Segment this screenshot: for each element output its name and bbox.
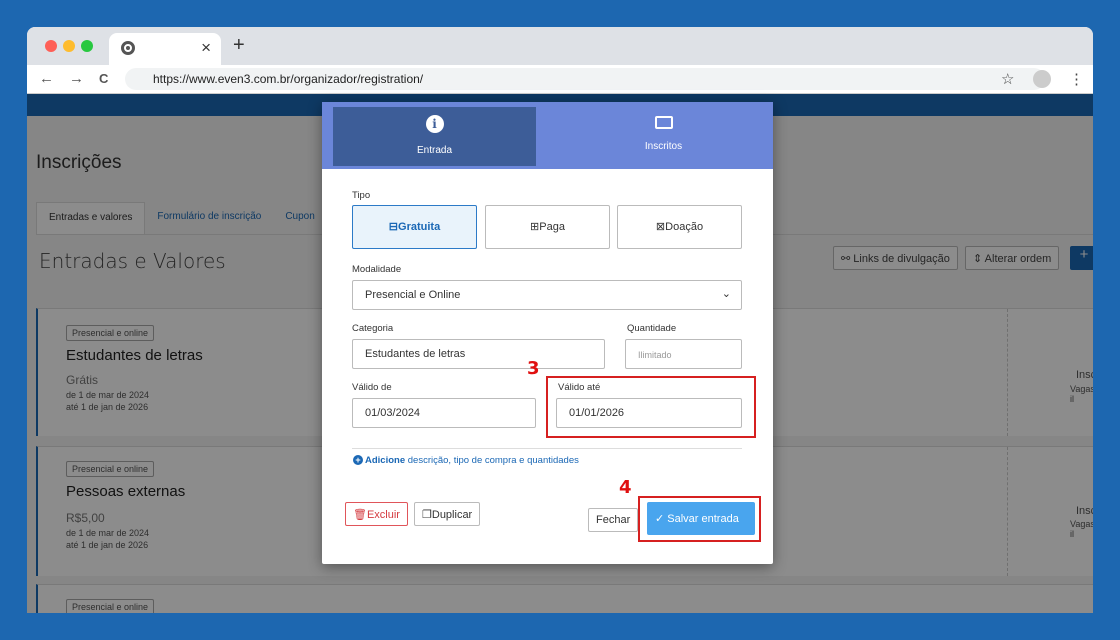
tab-entrada-label: Entrada	[416, 145, 453, 156]
tipo-doacao-label: Doação	[665, 221, 704, 233]
chevron-down-icon: ⌄	[721, 288, 731, 300]
add-details-link[interactable]: + Adicione descrição, tipo de compra e qu…	[353, 455, 579, 466]
modalidade-value: Presencial e Online	[365, 289, 461, 301]
plus-circle-icon: +	[353, 455, 363, 465]
excluir-label: Excluir	[366, 509, 400, 521]
paga-icon: ⊞	[530, 221, 540, 233]
fechar-button[interactable]: Fechar	[588, 508, 639, 532]
profile-avatar[interactable]	[1033, 70, 1051, 88]
new-tab-button[interactable]: +	[233, 34, 245, 57]
back-icon[interactable]: ←	[39, 70, 54, 87]
ticket-icon	[654, 116, 673, 129]
quantidade-placeholder: Ilimitado	[638, 350, 672, 360]
tipo-doacao-button[interactable]: ⊠Doação	[617, 205, 742, 249]
tipo-label: Tipo	[352, 190, 371, 201]
quantidade-input[interactable]: Ilimitado	[625, 339, 742, 369]
forward-icon[interactable]: →	[69, 70, 84, 87]
duplicar-label: Duplicar	[431, 509, 473, 521]
step-4-annotation: 4	[619, 477, 632, 498]
tipo-gratuita-label: Gratuita	[398, 221, 441, 233]
info-icon: i	[425, 115, 444, 133]
tab-inscritos[interactable]: Inscritos	[562, 107, 765, 166]
valido-de-value: 01/03/2024	[365, 407, 421, 419]
categoria-input[interactable]: Estudantes de letras	[352, 339, 605, 369]
ticket-modal: i Entrada Inscritos Tipo ⊟Gratuita ⊞Paga…	[322, 102, 773, 564]
doacao-icon: ⊠	[655, 221, 666, 233]
address-bar-row: ← → C https://www.even3.com.br/organizad…	[27, 65, 1093, 94]
close-tab-icon[interactable]: ×	[201, 38, 211, 58]
bookmark-star-icon[interactable]: ☆	[1001, 70, 1014, 88]
browser-tab[interactable]: ×	[109, 33, 221, 65]
url-text: https://www.even3.com.br/organizador/reg…	[153, 72, 424, 86]
categoria-label: Categoria	[352, 323, 394, 334]
close-window-dot[interactable]	[45, 40, 57, 52]
valido-de-input[interactable]: 01/03/2024	[352, 398, 536, 428]
excluir-button[interactable]: 🗑Excluir	[345, 502, 408, 526]
step-3-annotation: 3	[527, 358, 540, 379]
duplicar-button[interactable]: ❐Duplicar	[414, 502, 481, 526]
tab-entrada[interactable]: i Entrada	[333, 107, 536, 166]
categoria-value: Estudantes de letras	[365, 348, 466, 360]
add-rest-text: descrição, tipo de compra e quantidades	[405, 455, 579, 466]
reload-icon[interactable]: C	[99, 71, 108, 86]
highlight-box-salvar	[638, 496, 761, 542]
minimize-window-dot[interactable]	[63, 40, 75, 52]
tipo-paga-button[interactable]: ⊞Paga	[485, 205, 610, 249]
tipo-gratuita-button[interactable]: ⊟Gratuita	[352, 205, 477, 249]
browser-menu-icon[interactable]: ⋮	[1069, 70, 1084, 88]
modal-header: i Entrada Inscritos	[322, 102, 773, 169]
modalidade-label: Modalidade	[352, 264, 402, 275]
chrome-icon	[121, 41, 135, 55]
separator	[352, 448, 742, 449]
highlight-box-valido-ate	[546, 376, 756, 438]
url-field[interactable]: https://www.even3.com.br/organizador/reg…	[125, 68, 1045, 90]
trash-icon: 🗑	[353, 509, 367, 521]
tab-inscritos-label: Inscritos	[644, 141, 683, 152]
valido-de-label: Válido de	[352, 382, 392, 393]
add-bold-text: Adicione	[365, 455, 406, 466]
copy-icon: ❐	[422, 509, 432, 521]
gratuita-icon: ⊟	[388, 221, 399, 233]
quantidade-label: Quantidade	[627, 323, 677, 334]
tipo-paga-label: Paga	[539, 221, 565, 233]
modalidade-select[interactable]: Presencial e Online ⌄	[352, 280, 742, 310]
tab-bar: × +	[27, 27, 1093, 65]
maximize-window-dot[interactable]	[81, 40, 93, 52]
